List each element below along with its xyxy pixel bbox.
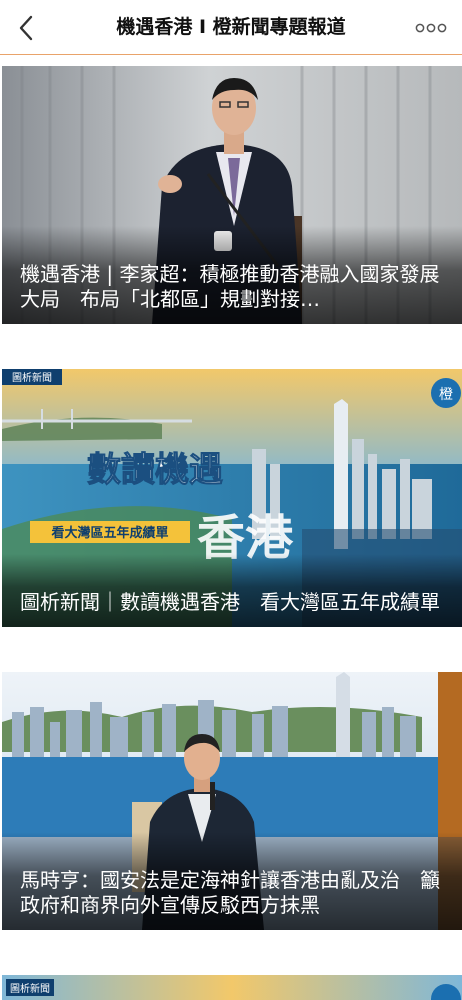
svg-text:數讀機遇: 數讀機遇 — [87, 450, 223, 490]
svg-text:圖析新聞: 圖析新聞 — [12, 371, 52, 384]
more-button[interactable] — [414, 14, 448, 42]
card-caption: 圖析新聞｜數讀機遇香港 看大灣區五年成績單 — [2, 554, 462, 627]
news-card[interactable]: 機遇香港 | 李家超：積極推動香港融入國家發展大局 布局「北都區」規劃對接… — [2, 66, 462, 324]
news-card[interactable]: 圖析新聞 — [2, 975, 462, 1000]
card-title: 馬時亨：國安法是定海神針讓香港由亂及治 籲政府和商界向外宣傳反駁西方抹黑 — [20, 868, 440, 917]
more-dots-icon — [415, 23, 447, 33]
card-title: 圖析新聞｜數讀機遇香港 看大灣區五年成績單 — [20, 590, 440, 614]
news-card[interactable]: 圖析新聞 橙 數讀機遇 香港 看大灣區五年成績單 圖析新聞｜數讀機遇香港 看大灣… — [2, 369, 462, 627]
card-title: 機遇香港 | 李家超：積極推動香港融入國家發展大局 布局「北都區」規劃對接… — [20, 262, 440, 311]
svg-text:看大灣區五年成績單: 看大灣區五年成績單 — [51, 525, 168, 541]
page-title: 機遇香港 I 橙新聞專題報道 — [116, 16, 346, 38]
chevron-left-icon — [19, 15, 33, 41]
svg-text:橙: 橙 — [439, 387, 453, 403]
back-button[interactable] — [18, 12, 52, 44]
news-card[interactable]: 馬時亨：國安法是定海神針讓香港由亂及治 籲政府和商界向外宣傳反駁西方抹黑 — [2, 672, 462, 930]
app-header: 機遇香港 I 橙新聞專題報道 — [0, 0, 462, 55]
category-tag: 圖析新聞 — [6, 979, 54, 996]
card-caption: 機遇香港 | 李家超：積極推動香港融入國家發展大局 布局「北都區」規劃對接… — [2, 226, 462, 324]
card-caption: 馬時亨：國安法是定海神針讓香港由亂及治 籲政府和商界向外宣傳反駁西方抹黑 — [2, 832, 462, 930]
news-graphic — [2, 975, 462, 1000]
